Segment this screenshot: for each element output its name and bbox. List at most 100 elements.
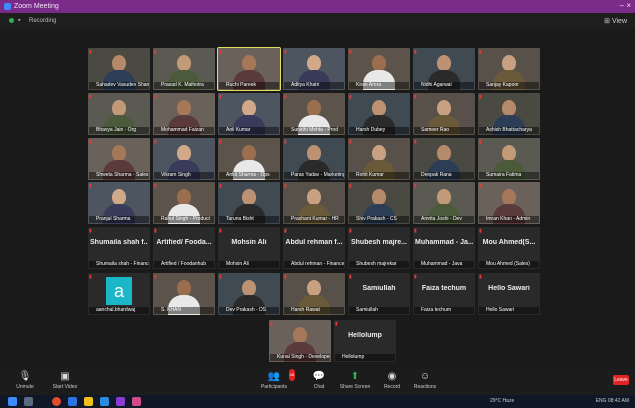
record-button[interactable]: ◉ Record <box>380 371 404 390</box>
participant-video-tile[interactable]: ▮ Prashant Kumar - HR <box>283 182 345 224</box>
participant-video-tile[interactable]: ▮ Vikram Singh <box>153 138 215 180</box>
participant-video-tile[interactable]: ▮ Aditya Khatri <box>283 48 345 90</box>
muted-mic-icon: ▮ <box>479 94 482 100</box>
participant-name: Taruna Bisht <box>219 216 279 223</box>
participant-video-tile[interactable]: ▮ Rohit Kumar <box>348 138 410 180</box>
muted-mic-icon: ▮ <box>89 94 92 100</box>
unmute-button[interactable]: 🎙 Unmute <box>12 371 38 390</box>
participant-video-tile[interactable]: ▮ S. KHAN <box>153 273 215 315</box>
edge-icon[interactable] <box>68 397 77 406</box>
participant-name: Shweta Sharma - Sales <box>89 172 149 179</box>
participant-video-tile[interactable]: ▮ Mohammad Faizan <box>153 93 215 135</box>
leave-button[interactable]: Leave <box>613 375 629 385</box>
participant-face <box>307 55 321 71</box>
chat-button[interactable]: 💬 Chat <box>308 371 330 390</box>
participant-video-tile[interactable]: ▮ Ruchi Pareek <box>217 47 281 91</box>
window-controls[interactable]: – × <box>620 1 631 10</box>
participant-avatar-tile[interactable]: a ▮ aanchal.bhardwaj <box>88 273 150 315</box>
participant-name-tile[interactable]: Samiullah ▮ Samiullah <box>348 273 410 315</box>
participant-face <box>437 145 451 161</box>
participant-video-tile[interactable]: ▮ Nidhi Agarwal <box>413 48 475 90</box>
participant-name: Mohsin Ali <box>219 261 279 268</box>
windows-start-icon[interactable] <box>8 397 17 406</box>
chrome-icon[interactable] <box>52 397 61 406</box>
participant-name: Ankit Sharma - Ops <box>219 172 279 179</box>
participant-display-name: Hello Sawari <box>488 285 530 292</box>
participant-face <box>242 100 256 116</box>
participant-name-tile[interactable]: Mohsin Ali ▮ Mohsin Ali <box>218 227 280 269</box>
participant-face <box>437 55 451 71</box>
participant-video-tile[interactable]: ▮ Harsh Rawat <box>283 273 345 315</box>
security-shield-icon[interactable] <box>9 18 14 23</box>
muted-mic-icon: ▮ <box>414 183 417 189</box>
participant-video-tile[interactable]: ▮ Bhavya Jain - Org <box>88 93 150 135</box>
muted-mic-icon: ▮ <box>284 139 287 145</box>
search-icon[interactable] <box>24 397 33 406</box>
participant-name-tile[interactable]: Faiza techum ▮ Faiza techum <box>413 273 475 315</box>
participant-video-tile[interactable]: ▮ Sahadev Vasudev Sharma <box>88 48 150 90</box>
participant-name-tile[interactable]: Shumaila shah f... ▮ Shumaila shah - Finan… <box>88 227 150 269</box>
participant-video-tile[interactable]: ▮ Shweta Sharma - Sales <box>88 138 150 180</box>
participant-video-tile[interactable]: ▮ Ankit Sharma - Ops <box>218 138 280 180</box>
weather-widget[interactable]: 29°C Haze <box>490 398 514 404</box>
participant-video-tile[interactable]: ▮ Kunal Singh - Developer <box>269 320 331 362</box>
video-camera-icon: ▣ <box>60 371 70 382</box>
start-video-button[interactable]: ▣ Start Video <box>48 371 82 390</box>
participant-video-tile[interactable]: ▮ Ashish Bhattacharya <box>478 93 540 135</box>
muted-mic-icon: ▮ <box>284 183 287 189</box>
participant-display-name: Artified/ Fooda... <box>156 239 212 246</box>
participant-video-tile[interactable]: ▮ Sumaira Fatima <box>478 138 540 180</box>
participant-name-tile[interactable]: Artified/ Fooda... ▮ Artified / Foodanhub <box>153 227 215 269</box>
participant-name: Sumaira Fatima <box>479 172 539 179</box>
participant-name: Prashant Kumar - HR <box>284 216 344 223</box>
participant-face <box>502 189 516 205</box>
media-taskbar-icon[interactable] <box>132 397 141 406</box>
participant-video-tile[interactable]: ▮ Taruna Bisht <box>218 182 280 224</box>
participant-name: Imran Khan - Admin <box>479 216 539 223</box>
participant-video-tile[interactable]: ▮ Deepak Rana <box>413 138 475 180</box>
participant-name-tile[interactable]: Muhammad - Ja... ▮ Muhammad - Java <box>413 227 475 269</box>
participant-name-tile[interactable]: Mou Ahmed(S... ▮ Mou Ahmed (Sales) <box>478 227 540 269</box>
participant-video-tile[interactable]: ▮ Dev Prakash - DS <box>218 273 280 315</box>
participant-video-tile[interactable]: ▮ Sameer Rao <box>413 93 475 135</box>
view-button[interactable]: ⊞ View <box>604 17 627 25</box>
muted-mic-icon: ▮ <box>154 94 157 100</box>
muted-mic-icon: ▮ <box>414 94 417 100</box>
participant-face <box>307 280 321 296</box>
participant-name: aanchal.bhardwaj <box>89 307 149 314</box>
participant-video-tile[interactable]: ▮ Prasad K. Malhotra <box>153 48 215 90</box>
participant-name: Sahadev Vasudev Sharma <box>89 82 149 89</box>
system-tray[interactable]: ENG 08:42 AM <box>596 398 629 404</box>
participant-video-tile[interactable]: ▮ Sunidhi Mehta - Prod <box>283 93 345 135</box>
muted-mic-icon: ▮ <box>284 228 287 234</box>
participant-video-tile[interactable]: ▮ Rahul Singh - Product <box>153 182 215 224</box>
file-explorer-icon[interactable] <box>84 397 93 406</box>
participant-display-name: Abdul rehman f... <box>285 239 343 246</box>
muted-mic-icon: ▮ <box>154 49 157 55</box>
participant-name-tile[interactable]: Hellolump ▮ Hellolump <box>334 320 396 362</box>
reactions-button[interactable]: ☺ Reactions <box>410 371 440 390</box>
recording-label: Recording <box>29 18 57 24</box>
participant-face <box>307 100 321 116</box>
share-screen-button[interactable]: ⬆ Share Screen <box>338 371 372 390</box>
participant-name-tile[interactable]: Abdul rehman f... ▮ Abdul rehman - Finance <box>283 227 345 269</box>
muted-mic-icon: ▮ <box>154 228 157 234</box>
participants-button[interactable]: 👥 46 Participants <box>257 369 295 390</box>
participant-video-tile[interactable]: ▮ Amrita Joshi - Dev <box>413 182 475 224</box>
zoom-taskbar-icon[interactable] <box>100 397 109 406</box>
participant-name: Ruchi Pareek <box>219 82 279 89</box>
participant-video-tile[interactable]: ▮ Anil Kumar <box>218 93 280 135</box>
participant-video-tile[interactable]: ▮ Sanjay Kapoor <box>478 48 540 90</box>
participant-video-tile[interactable]: ▮ Harsh Dubey <box>348 93 410 135</box>
participant-name-tile[interactable]: Hello Sawari ▮ Hello Sawari <box>478 273 540 315</box>
app-taskbar-icon[interactable] <box>116 397 125 406</box>
participant-video-tile[interactable]: ▮ Imran Khan - Admin <box>478 182 540 224</box>
participant-name: Deepak Rana <box>414 172 474 179</box>
participant-video-tile[interactable]: ▮ Shiv Prakash - CS <box>348 182 410 224</box>
participant-name: S. KHAN <box>154 307 214 314</box>
participant-video-tile[interactable]: ▮ Pranjal Sharma <box>88 182 150 224</box>
participant-video-tile[interactable]: ▮ Kiran Arora <box>348 48 410 90</box>
participant-video-tile[interactable]: ▮ Paras Yadav - Marketing <box>283 138 345 180</box>
muted-mic-icon: ▮ <box>479 139 482 145</box>
participant-name-tile[interactable]: Shubesh majre... ▮ Shubesh majrekar <box>348 227 410 269</box>
